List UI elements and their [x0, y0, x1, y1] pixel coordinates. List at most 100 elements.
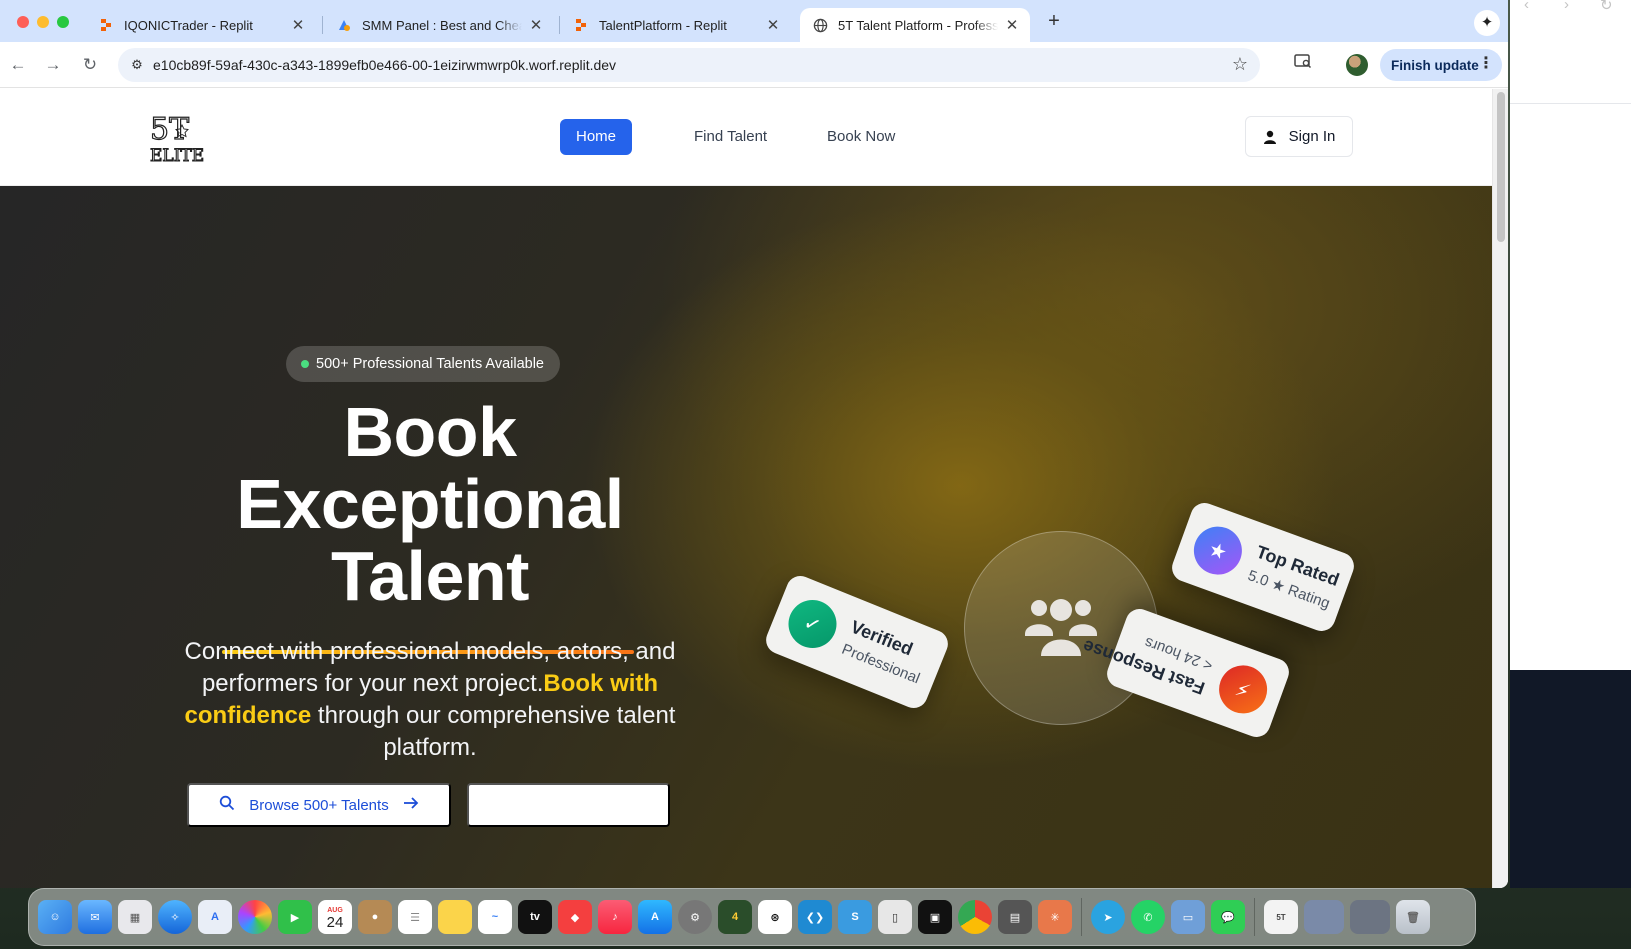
capcut-icon[interactable]: ▣: [918, 900, 952, 934]
mail-icon[interactable]: ✉: [78, 900, 112, 934]
hero-title-line-3: Talent: [331, 537, 529, 615]
url-text: e10cb89f-59af-430c-a343-1899efb0e466-00-…: [153, 57, 617, 73]
photos-icon[interactable]: [238, 900, 272, 934]
top-rated-card: ★ Top Rated 5.0 ★ Rating: [1168, 499, 1358, 635]
forward-arrow-icon: ›: [1564, 0, 1569, 13]
chrome-icon[interactable]: [958, 900, 992, 934]
reload-icon[interactable]: ↻: [79, 54, 101, 76]
claude-icon[interactable]: ✳: [1038, 900, 1072, 934]
sign-in-label: Sign In: [1288, 128, 1336, 145]
anydesk-icon[interactable]: ◆: [558, 900, 592, 934]
screenshot-stack-icon[interactable]: [1350, 900, 1390, 934]
site-info-icon[interactable]: ⚙: [128, 56, 146, 74]
dock-separator: [1254, 898, 1255, 936]
tab-strip: IQONICTrader - Replit ✕ SMM Panel : Best…: [0, 0, 1508, 42]
user-folder-icon[interactable]: ▭: [1171, 900, 1205, 934]
logo-thumbnail-icon[interactable]: 5T: [1264, 900, 1298, 934]
finder-icon[interactable]: ☺: [38, 900, 72, 934]
browse-talents-label: Browse 500+ Talents: [249, 796, 389, 814]
apple-tv-icon[interactable]: tv: [518, 900, 552, 934]
fast-response-card: ⚡ Fast Response < 24 hours: [1080, 605, 1293, 741]
telegram-icon[interactable]: ➤: [1091, 900, 1125, 934]
profile-avatar[interactable]: [1346, 54, 1368, 76]
hero-section: 500+ Professional Talents Available Book…: [0, 186, 1492, 888]
arrow-right-icon: [403, 796, 419, 814]
more-menu-icon[interactable]: ⋮: [1478, 54, 1494, 74]
hero-title-line-1: Book: [343, 393, 518, 471]
background-window-dark-area: [1510, 670, 1631, 888]
dock-separator: [1081, 898, 1082, 936]
close-tab-icon[interactable]: ✕: [765, 16, 781, 34]
forward-arrow-icon[interactable]: →: [42, 54, 64, 76]
replit-icon: [573, 17, 589, 33]
badge-text: 500+ Professional Talents Available: [316, 356, 544, 372]
nav-find-talent[interactable]: Find Talent: [678, 119, 783, 155]
shazam-icon[interactable]: S: [838, 900, 872, 934]
metatrader-icon[interactable]: 4: [718, 900, 752, 934]
back-arrow-icon[interactable]: ←: [7, 54, 29, 76]
tab-separator: [559, 16, 560, 34]
app-store-icon[interactable]: A: [638, 900, 672, 934]
talents-available-badge: 500+ Professional Talents Available: [286, 346, 560, 382]
hero-subtitle: Connect with professional models, actors…: [150, 636, 710, 764]
tab-5t-talent-platform[interactable]: 5T Talent Platform - Professional ✕: [800, 8, 1030, 42]
scrollbar-thumb[interactable]: [1497, 92, 1505, 242]
status-dot: [301, 360, 309, 368]
tab-title: IQONICTrader - Replit: [124, 17, 253, 33]
system-settings-icon[interactable]: ⚙: [678, 900, 712, 934]
downloads-stack-icon[interactable]: [1304, 900, 1344, 934]
address-bar[interactable]: ⚙ e10cb89f-59af-430c-a343-1899efb0e466-0…: [118, 48, 1260, 82]
chatgpt-icon[interactable]: ⊛: [758, 900, 792, 934]
notes-icon[interactable]: [438, 900, 472, 934]
gemini-sparkle-icon[interactable]: ✦: [1474, 10, 1500, 36]
search-icon: [219, 795, 235, 815]
calendar-day: 24: [326, 914, 344, 931]
calendar-icon[interactable]: AUG 24: [318, 900, 352, 934]
secondary-cta-button[interactable]: [467, 783, 670, 827]
tab-smm-panel[interactable]: SMM Panel : Best and Cheapest ✕: [324, 8, 554, 42]
tab-search-icon[interactable]: [1290, 52, 1316, 78]
browse-talents-button[interactable]: Browse 500+ Talents: [187, 783, 451, 827]
finish-update-label: Finish update: [1391, 57, 1479, 73]
svg-text:5T: 5T: [150, 112, 189, 147]
music-icon[interactable]: ♪: [598, 900, 632, 934]
close-tab-icon[interactable]: ✕: [290, 16, 306, 34]
book-icon[interactable]: ▤: [998, 900, 1032, 934]
page-viewport: 5T ELITE Home Find Talent Book Now Sign …: [0, 89, 1492, 888]
new-tab-button[interactable]: +: [1043, 11, 1065, 33]
close-tab-icon[interactable]: ✕: [1004, 16, 1020, 34]
trash-icon[interactable]: 🗑: [1396, 900, 1430, 934]
zoom-window-button[interactable]: [57, 16, 69, 28]
iphone-mirroring-icon[interactable]: ▯: [878, 900, 912, 934]
tv-label: tv: [530, 911, 540, 923]
site-logo[interactable]: 5T ELITE: [148, 109, 204, 166]
nav-home[interactable]: Home: [560, 119, 633, 155]
finish-update-button[interactable]: Finish update ⋮: [1380, 49, 1502, 81]
reminders-icon[interactable]: ☰: [398, 900, 432, 934]
close-window-button[interactable]: [17, 16, 29, 28]
background-window: ‹ › ↻: [1510, 0, 1631, 670]
divider: [1510, 103, 1631, 104]
svg-text:ELITE: ELITE: [150, 146, 204, 165]
tab-talentplatform-replit[interactable]: TalentPlatform - Replit ✕: [561, 8, 791, 42]
tab-separator: [322, 16, 323, 34]
contacts-icon[interactable]: ●: [358, 900, 392, 934]
nav-book-now[interactable]: Book Now: [811, 119, 911, 155]
maps-icon[interactable]: A: [198, 900, 232, 934]
star-badge-icon: ★: [1187, 519, 1249, 582]
page-scrollbar[interactable]: [1492, 89, 1508, 888]
close-tab-icon[interactable]: ✕: [528, 16, 544, 34]
minimize-window-button[interactable]: [37, 16, 49, 28]
messages-icon[interactable]: 💬: [1211, 900, 1245, 934]
back-arrow-icon: ‹: [1524, 0, 1529, 13]
tab-iqonictrader[interactable]: IQONICTrader - Replit ✕: [86, 8, 316, 42]
safari-icon[interactable]: ✧: [158, 900, 192, 934]
check-icon: ✓: [781, 592, 844, 656]
facetime-icon[interactable]: ▶: [278, 900, 312, 934]
vscode-icon[interactable]: ❮❯: [798, 900, 832, 934]
whatsapp-icon[interactable]: ✆: [1131, 900, 1165, 934]
bookmark-star-icon[interactable]: ☆: [1232, 54, 1248, 75]
launchpad-icon[interactable]: ▦: [118, 900, 152, 934]
freeform-icon[interactable]: ~: [478, 900, 512, 934]
sign-in-button[interactable]: Sign In: [1245, 116, 1353, 157]
